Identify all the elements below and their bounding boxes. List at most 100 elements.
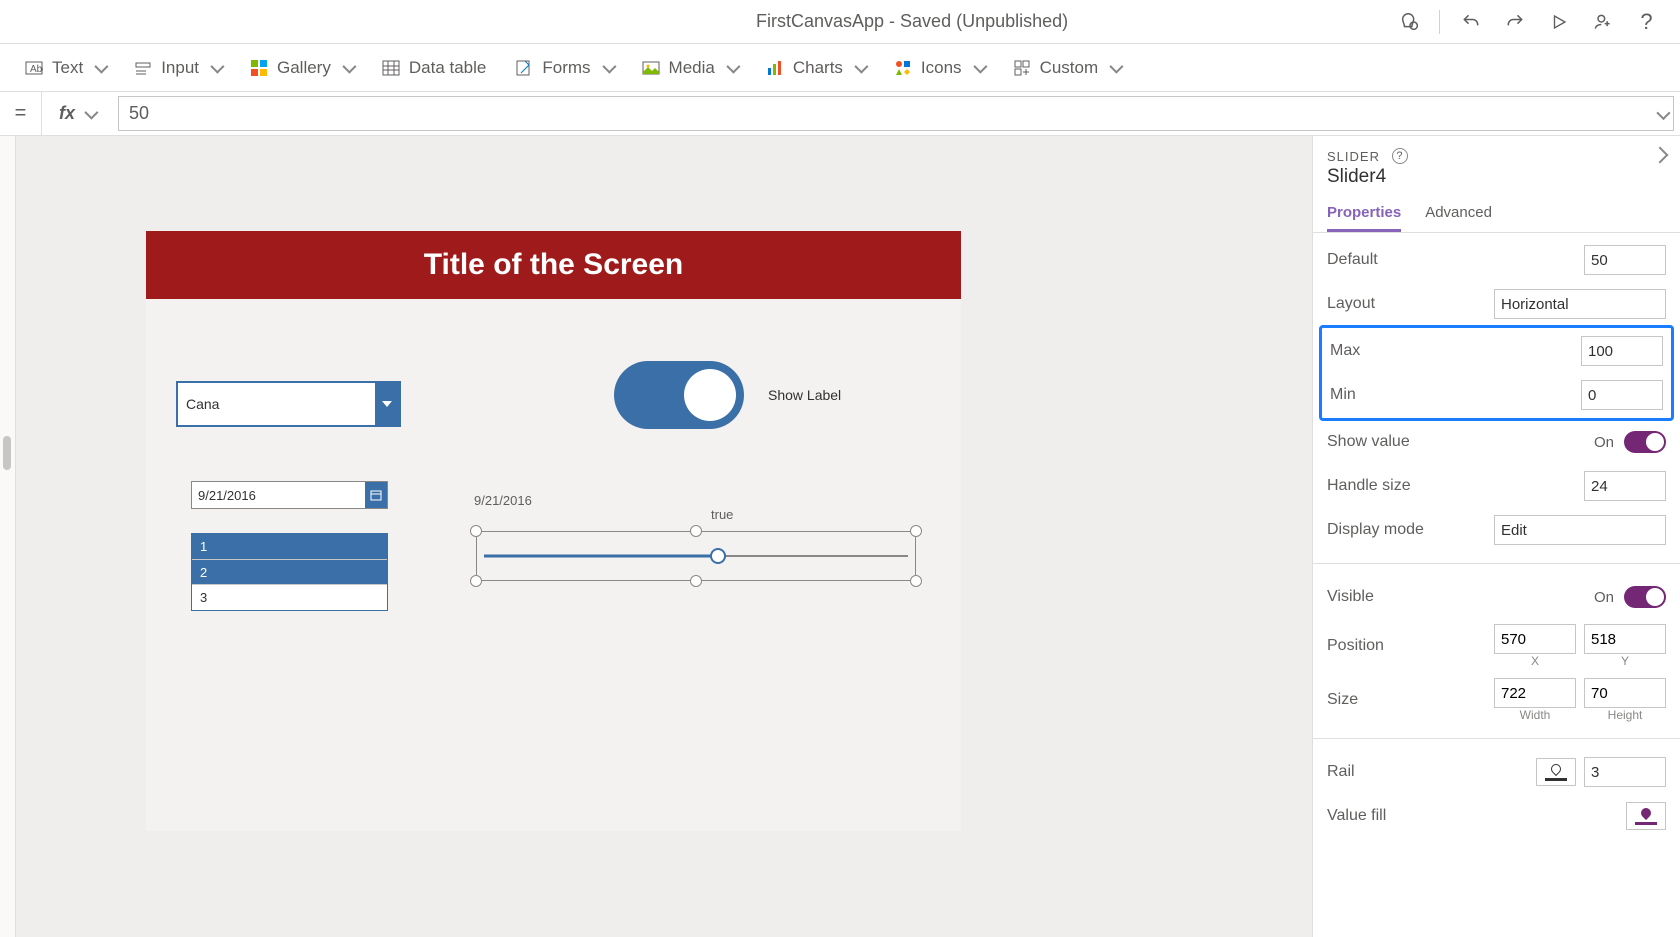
prop-max: Max — [1330, 334, 1663, 368]
ribbon-icons[interactable]: Icons — [893, 58, 984, 78]
redo-button[interactable] — [1496, 4, 1532, 40]
resize-handle[interactable] — [690, 525, 702, 537]
axis-label: Width — [1520, 708, 1551, 722]
resize-handle[interactable] — [470, 575, 482, 587]
toggle-switch[interactable] — [614, 361, 744, 429]
slider-fill — [484, 555, 726, 558]
ribbon-input[interactable]: Input — [133, 58, 221, 78]
prop-display-mode-select[interactable]: Edit — [1494, 515, 1666, 545]
custom-icon — [1012, 58, 1032, 78]
ribbon-input-label: Input — [161, 58, 199, 78]
listbox-item[interactable]: 3 — [192, 585, 387, 610]
axis-label: Y — [1621, 654, 1629, 668]
input-icon — [133, 58, 153, 78]
calendar-icon[interactable] — [365, 482, 387, 508]
workspace: Title of the Screen Cana Show Label 9/21… — [0, 136, 1680, 937]
prop-size-width[interactable] — [1494, 678, 1576, 708]
dropdown-value: Cana — [178, 396, 375, 412]
prop-default: Default — [1327, 243, 1666, 277]
slider-thumb[interactable] — [710, 548, 726, 564]
ribbon-text-label: Text — [52, 58, 83, 78]
app-title: FirstCanvasApp - Saved (Unpublished) — [756, 11, 1068, 32]
play-button[interactable] — [1540, 4, 1576, 40]
datepicker-control[interactable]: 9/21/2016 — [191, 481, 388, 509]
prop-size-height[interactable] — [1584, 678, 1666, 708]
prop-max-input[interactable] — [1581, 336, 1663, 366]
ribbon-charts[interactable]: Charts — [765, 58, 865, 78]
prop-handle-size-input[interactable] — [1584, 471, 1666, 501]
expand-formula-icon[interactable] — [1653, 103, 1667, 124]
prop-display-mode: Display mode Edit — [1327, 513, 1666, 547]
dropdown-chevron-icon[interactable] — [375, 383, 399, 425]
ribbon-text[interactable]: Abc Text — [24, 58, 105, 78]
ribbon-gallery[interactable]: Gallery — [249, 58, 353, 78]
prop-position-x[interactable] — [1494, 624, 1576, 654]
svg-text:Abc: Abc — [30, 64, 43, 75]
chevron-down-icon — [91, 58, 105, 78]
media-icon — [641, 58, 661, 78]
fx-label[interactable]: fx — [42, 92, 112, 135]
app-checker-icon[interactable] — [1391, 4, 1427, 40]
chevron-down-icon — [970, 58, 984, 78]
prop-rail-input[interactable] — [1584, 757, 1666, 787]
datepicker-value: 9/21/2016 — [192, 482, 365, 508]
listbox-control[interactable]: 1 2 3 — [191, 533, 388, 611]
prop-visible: Visible On — [1327, 580, 1666, 614]
canvas[interactable]: Title of the Screen Cana Show Label 9/21… — [16, 136, 1312, 937]
tab-advanced[interactable]: Advanced — [1425, 196, 1492, 232]
ribbon-datatable[interactable]: Data table — [381, 58, 487, 78]
slider-control-selected[interactable] — [476, 531, 916, 581]
chevron-down-icon — [339, 58, 353, 78]
prop-handle-size: Handle size — [1327, 469, 1666, 503]
ribbon-gallery-label: Gallery — [277, 58, 331, 78]
formula-value: 50 — [129, 103, 149, 124]
prop-label: Default — [1327, 251, 1378, 269]
control-name[interactable]: Slider4 — [1313, 164, 1680, 196]
ribbon-charts-label: Charts — [793, 58, 843, 78]
prop-layout-select[interactable]: Horizontal — [1494, 289, 1666, 319]
prop-label: Handle size — [1327, 477, 1411, 495]
show-value-toggle[interactable] — [1624, 431, 1666, 453]
undo-button[interactable] — [1452, 4, 1488, 40]
resize-handle[interactable] — [910, 525, 922, 537]
resize-handle[interactable] — [690, 575, 702, 587]
visible-toggle[interactable] — [1624, 586, 1666, 608]
datatable-icon — [381, 58, 401, 78]
gutter-thumb[interactable] — [3, 436, 11, 470]
dropdown-control[interactable]: Cana — [176, 381, 401, 427]
charts-icon — [765, 58, 785, 78]
app-screen: Title of the Screen Cana Show Label 9/21… — [146, 231, 961, 831]
formula-bar: = fx 50 — [0, 92, 1680, 136]
help-button[interactable]: ? — [1628, 4, 1664, 40]
resize-handle[interactable] — [910, 575, 922, 587]
prop-position: Position X Y — [1327, 624, 1666, 668]
ribbon-custom-label: Custom — [1040, 58, 1099, 78]
resize-handle[interactable] — [470, 525, 482, 537]
prop-default-input[interactable] — [1584, 245, 1666, 275]
prop-show-value: Show value On — [1327, 425, 1666, 459]
share-button[interactable] — [1584, 4, 1620, 40]
listbox-item[interactable]: 1 — [192, 534, 387, 560]
ribbon-media[interactable]: Media — [641, 58, 737, 78]
collapse-panel-icon[interactable] — [1654, 149, 1666, 164]
ribbon-forms[interactable]: Forms — [514, 58, 612, 78]
prop-label: Size — [1327, 691, 1358, 709]
rail-color-swatch[interactable] — [1536, 758, 1576, 786]
prop-min-input[interactable] — [1581, 380, 1663, 410]
left-gutter[interactable] — [0, 136, 16, 937]
listbox-item[interactable]: 2 — [192, 560, 387, 586]
prop-position-y[interactable] — [1584, 624, 1666, 654]
help-icon[interactable]: ? — [1392, 148, 1408, 164]
prop-size: Size Width Height — [1327, 678, 1666, 722]
true-label: true — [711, 507, 733, 522]
title-bar: FirstCanvasApp - Saved (Unpublished) ? — [0, 0, 1680, 44]
value-fill-color-swatch[interactable] — [1626, 802, 1666, 830]
chevron-down-icon — [207, 58, 221, 78]
toggle-state: On — [1594, 589, 1614, 606]
tab-properties[interactable]: Properties — [1327, 196, 1401, 232]
ribbon-custom[interactable]: Custom — [1012, 58, 1121, 78]
formula-input[interactable]: 50 — [118, 96, 1674, 131]
ribbon-media-label: Media — [669, 58, 715, 78]
icons-icon — [893, 58, 913, 78]
prop-label: Layout — [1327, 295, 1375, 313]
